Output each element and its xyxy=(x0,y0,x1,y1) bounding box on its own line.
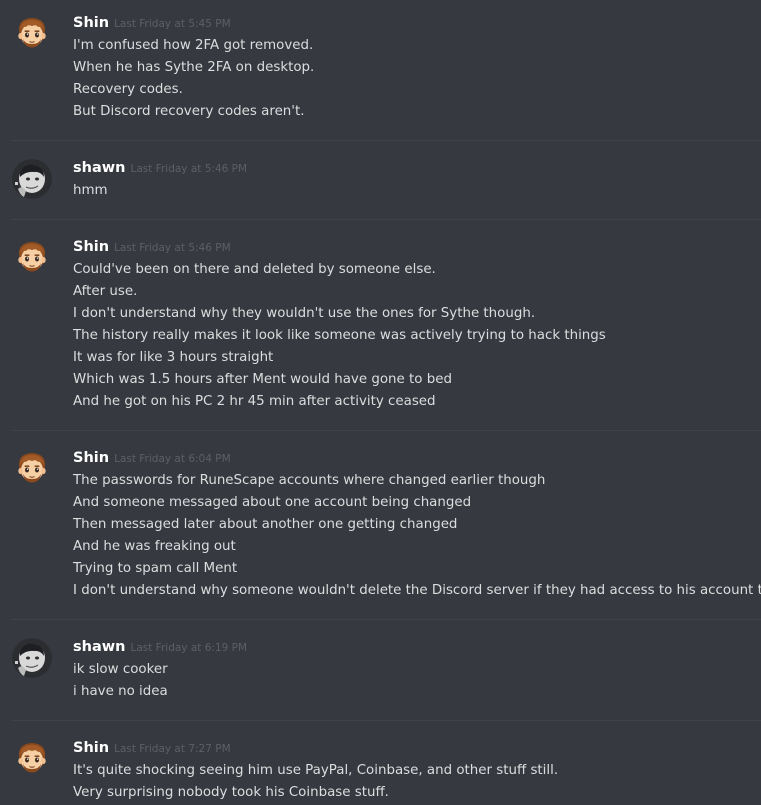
message-timestamp[interactable]: Last Friday at 7:27 PM xyxy=(114,743,231,755)
message-body: ik slow cooker i have no idea xyxy=(73,659,757,703)
avatar-shin[interactable] xyxy=(12,739,52,779)
username[interactable]: shawn xyxy=(73,639,125,655)
message-header: shawn Last Friday at 5:46 PM xyxy=(73,157,247,179)
message-body: Could've been on there and deleted by so… xyxy=(73,259,757,413)
message-line: Trying to spam call Ment xyxy=(73,561,238,576)
username[interactable]: Shin xyxy=(73,15,109,31)
message-body: It's quite shocking seeing him use PayPa… xyxy=(73,760,757,804)
message-line: Could've been on there and deleted by so… xyxy=(73,262,436,277)
message-header: shawn Last Friday at 6:19 PM xyxy=(73,636,247,658)
message-group-divider xyxy=(12,219,761,220)
message-line: Which was 1.5 hours after Ment would hav… xyxy=(73,372,452,387)
message-timestamp[interactable]: Last Friday at 5:45 PM xyxy=(114,18,231,30)
message-header: Shin Last Friday at 7:27 PM xyxy=(73,737,231,759)
message-line: After use. xyxy=(73,284,138,299)
message-timestamp[interactable]: Last Friday at 6:04 PM xyxy=(114,453,231,465)
message-line: I don't understand why someone wouldn't … xyxy=(73,583,761,598)
avatar-shin[interactable] xyxy=(12,14,52,54)
avatar-shin[interactable] xyxy=(12,238,52,278)
message-line: And someone messaged about one account b… xyxy=(73,495,472,510)
message-line: But Discord recovery codes aren't. xyxy=(73,104,305,119)
message-header: Shin Last Friday at 6:04 PM xyxy=(73,447,231,469)
message-timestamp[interactable]: Last Friday at 5:46 PM xyxy=(114,242,231,254)
message-line: I'm confused how 2FA got removed. xyxy=(73,38,314,53)
username[interactable]: shawn xyxy=(73,160,125,176)
chat-message-list: Shin Last Friday at 5:45 PM I'm confused h… xyxy=(0,0,761,805)
message-line: ik slow cooker xyxy=(73,662,168,677)
message-line: hmm xyxy=(73,183,108,198)
message-group-divider xyxy=(12,140,761,141)
message-body: I'm confused how 2FA got removed. When he… xyxy=(73,35,757,123)
message-line: Then messaged later about another one ge… xyxy=(73,517,458,532)
message-line: The history really makes it look like so… xyxy=(73,328,606,343)
message-header: Shin Last Friday at 5:46 PM xyxy=(73,236,231,258)
message-line: Very surprising nobody took his Coinbase… xyxy=(73,785,389,800)
message-body: The passwords for RuneScape accounts whe… xyxy=(73,470,761,602)
username[interactable]: Shin xyxy=(73,239,109,255)
avatar-shawn[interactable] xyxy=(12,159,52,199)
message-header: Shin Last Friday at 5:45 PM xyxy=(73,12,231,34)
message-timestamp[interactable]: Last Friday at 5:46 PM xyxy=(130,163,247,175)
avatar-shawn[interactable] xyxy=(12,638,52,678)
username[interactable]: Shin xyxy=(73,740,109,756)
message-line: And he got on his PC 2 hr 45 min after a… xyxy=(73,394,436,409)
message-line: It's quite shocking seeing him use PayPa… xyxy=(73,763,559,778)
message-timestamp[interactable]: Last Friday at 6:19 PM xyxy=(130,642,247,654)
message-group-divider xyxy=(12,430,761,431)
avatar-shin[interactable] xyxy=(12,449,52,489)
message-body: hmm xyxy=(73,180,757,202)
message-line: i have no idea xyxy=(73,684,168,699)
message-line: I don't understand why they wouldn't use… xyxy=(73,306,536,321)
message-group-divider xyxy=(12,720,761,721)
message-line: Recovery codes. xyxy=(73,82,183,97)
message-group-divider xyxy=(12,619,761,620)
username[interactable]: Shin xyxy=(73,450,109,466)
message-line: And he was freaking out xyxy=(73,539,236,554)
message-line: It was for like 3 hours straight xyxy=(73,350,274,365)
message-line: The passwords for RuneScape accounts whe… xyxy=(73,473,546,488)
message-line: When he has Sythe 2FA on desktop. xyxy=(73,60,315,75)
